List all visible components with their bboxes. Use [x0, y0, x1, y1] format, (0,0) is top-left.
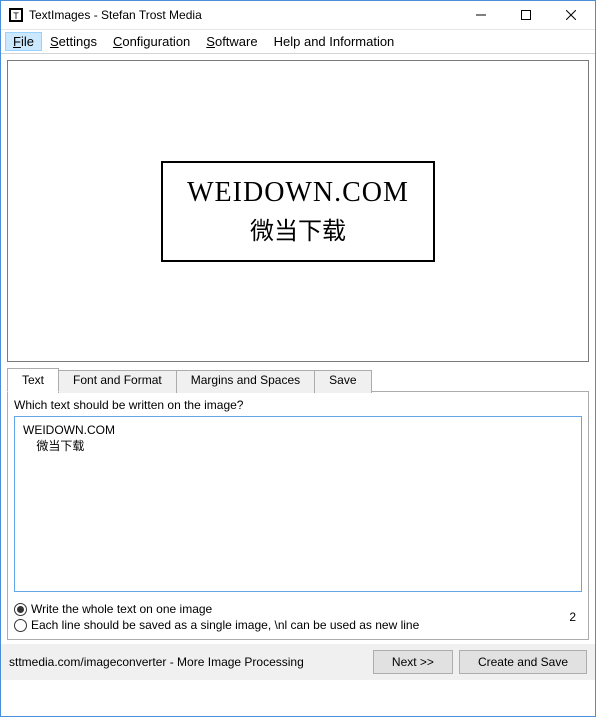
- radio-icon: [14, 603, 27, 616]
- titlebar: T TextImages - Stefan Trost Media: [1, 1, 595, 30]
- radio-whole-label: Write the whole text on one image: [31, 602, 212, 616]
- menubar: File Settings Configuration Software Hel…: [1, 30, 595, 54]
- window-title: TextImages - Stefan Trost Media: [29, 8, 458, 22]
- svg-text:T: T: [13, 11, 19, 21]
- radio-each-line[interactable]: Each line should be saved as a single im…: [14, 618, 569, 632]
- text-input-label: Which text should be written on the imag…: [14, 398, 582, 412]
- footer-link[interactable]: sttmedia.com/imageconverter - More Image…: [9, 655, 367, 669]
- tab-save[interactable]: Save: [314, 370, 371, 393]
- menu-configuration[interactable]: Configuration: [105, 32, 198, 51]
- window-controls: [458, 1, 593, 29]
- create-and-save-button[interactable]: Create and Save: [459, 650, 587, 674]
- tab-panel-text: Which text should be written on the imag…: [7, 391, 589, 640]
- app-icon: T: [8, 7, 24, 23]
- radio-each-label: Each line should be saved as a single im…: [31, 618, 419, 632]
- tabs: Text Font and Format Margins and Spaces …: [7, 368, 589, 391]
- tab-text[interactable]: Text: [7, 368, 59, 392]
- tab-font-and-format[interactable]: Font and Format: [58, 370, 177, 393]
- maximize-button[interactable]: [503, 1, 548, 29]
- preview-text-box: WEIDOWN.COM 微当下载: [161, 161, 435, 262]
- menu-software[interactable]: Software: [198, 32, 265, 51]
- preview-canvas: WEIDOWN.COM 微当下载: [7, 60, 589, 362]
- menu-help[interactable]: Help and Information: [266, 32, 403, 51]
- text-input[interactable]: [14, 416, 582, 592]
- footer: sttmedia.com/imageconverter - More Image…: [1, 644, 595, 680]
- preview-line1: WEIDOWN.COM: [187, 177, 409, 209]
- radio-whole-text[interactable]: Write the whole text on one image: [14, 602, 569, 616]
- menu-settings[interactable]: Settings: [42, 32, 105, 51]
- close-button[interactable]: [548, 1, 593, 29]
- minimize-button[interactable]: [458, 1, 503, 29]
- image-count: 2: [569, 610, 582, 624]
- tab-margins-and-spaces[interactable]: Margins and Spaces: [176, 370, 315, 393]
- menu-file[interactable]: File: [5, 32, 42, 51]
- next-button[interactable]: Next >>: [373, 650, 453, 674]
- radio-icon: [14, 619, 27, 632]
- preview-line2: 微当下载: [187, 211, 409, 246]
